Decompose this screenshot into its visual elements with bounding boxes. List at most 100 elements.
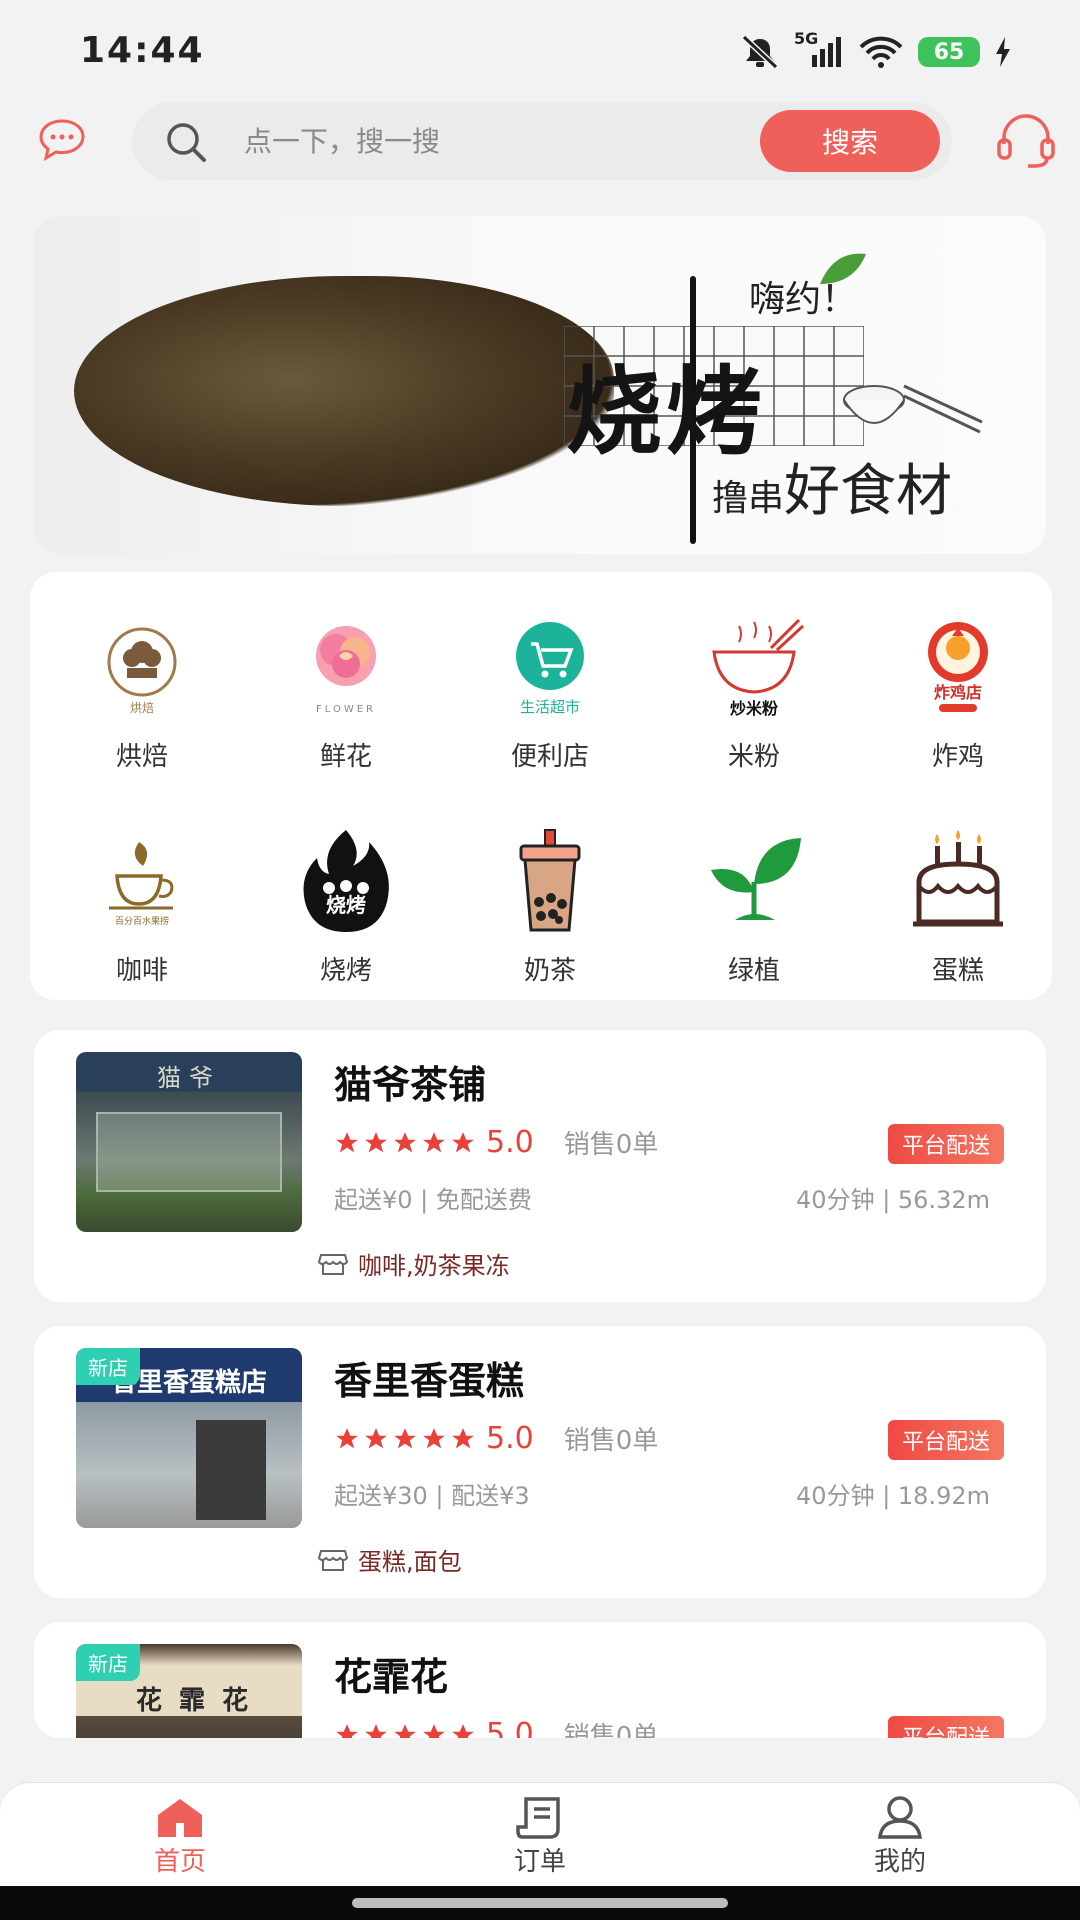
category-green-plant[interactable]: 绿植 bbox=[652, 826, 856, 987]
shop-tags: 咖啡,奶茶果冻 bbox=[318, 1246, 510, 1281]
star-icon bbox=[423, 1131, 445, 1152]
home-gesture-pill[interactable] bbox=[352, 1898, 728, 1908]
status-icons: 5G 65 bbox=[740, 29, 1012, 74]
star-icon bbox=[394, 1427, 416, 1448]
category-bakery[interactable]: 烘焙 烘焙 bbox=[40, 612, 244, 773]
search-header: 搜索 bbox=[0, 100, 1080, 210]
category-label: 便利店 bbox=[510, 742, 589, 772]
coffee-cup-icon: 百分百水果捞 bbox=[109, 842, 174, 927]
promo-banner[interactable]: 嗨约！ 烧烤 撸串好食材 bbox=[34, 216, 1046, 554]
shop-card[interactable]: 花 霏 花 新店 花霏花 5.0 销售0单 平台配送 bbox=[34, 1622, 1046, 1738]
fried-chicken-logo-text: 炸鸡店 bbox=[934, 683, 982, 702]
bakery-icon: 烘焙 bbox=[107, 627, 177, 715]
star-icon bbox=[336, 1427, 358, 1448]
shop-rating-score: 5.0 bbox=[486, 1717, 534, 1738]
rice-noodle-logo-text: 炒米粉 bbox=[730, 699, 778, 718]
search-bar[interactable]: 搜索 bbox=[132, 102, 952, 180]
shop-image[interactable]: 猫爷 bbox=[76, 1052, 302, 1232]
shop-sales: 销售0单 bbox=[563, 1426, 659, 1456]
shop-rating-row: 5.0 销售0单 bbox=[334, 1716, 658, 1738]
fried-chicken-icon: 炸鸡店 bbox=[928, 622, 988, 712]
store-icon bbox=[318, 1253, 348, 1275]
star-icon bbox=[365, 1427, 387, 1448]
new-store-badge: 新店 bbox=[76, 1348, 140, 1385]
star-icon bbox=[452, 1427, 474, 1448]
search-button[interactable]: 搜索 bbox=[760, 110, 940, 172]
shop-rating-row: 5.0 销售0单 bbox=[334, 1124, 658, 1161]
category-label: 奶茶 bbox=[523, 956, 576, 986]
customer-service-headset-icon[interactable] bbox=[996, 114, 1056, 168]
category-label: 蛋糕 bbox=[931, 956, 984, 986]
bbq-skewers-image bbox=[74, 276, 614, 506]
shop-card[interactable]: 香里香蛋糕店 新店 香里香蛋糕 5.0 销售0单 平台配送 起送¥30 | 配送… bbox=[34, 1326, 1046, 1598]
cellular-signal-icon: 5G bbox=[794, 29, 844, 69]
shop-time-distance: 40分钟 | 18.92m bbox=[796, 1482, 990, 1510]
shop-door bbox=[196, 1420, 266, 1520]
shop-rating-row: 5.0 销售0单 bbox=[334, 1420, 658, 1457]
category-coffee[interactable]: 百分百水果捞 咖啡 bbox=[40, 826, 244, 987]
nav-label: 我的 bbox=[873, 1847, 926, 1877]
bottom-navigation: 首页 订单 我的 bbox=[0, 1782, 1080, 1886]
star-icon bbox=[365, 1723, 387, 1738]
shop-sales: 销售0单 bbox=[563, 1130, 659, 1160]
star-icon bbox=[365, 1131, 387, 1152]
nav-profile[interactable]: 我的 bbox=[840, 1795, 960, 1878]
category-label: 米粉 bbox=[727, 742, 780, 772]
status-time: 14:44 bbox=[80, 30, 205, 71]
shop-name: 香里香蛋糕 bbox=[334, 1359, 525, 1403]
bowl-chopsticks-icon bbox=[843, 384, 983, 434]
new-store-badge: 新店 bbox=[76, 1644, 140, 1681]
rating-stars bbox=[334, 1130, 476, 1156]
rice-noodle-bowl-icon: 炒米粉 bbox=[712, 618, 805, 718]
category-bbq[interactable]: 烧烤 烧烤 bbox=[244, 826, 448, 987]
category-convenience-store[interactable]: 生活超市 便利店 bbox=[448, 612, 652, 773]
shop-image[interactable]: 香里香蛋糕店 新店 bbox=[76, 1348, 302, 1528]
star-icon bbox=[452, 1131, 474, 1152]
platform-delivery-badge: 平台配送 bbox=[887, 1124, 1004, 1164]
system-gesture-bar bbox=[0, 1886, 1080, 1920]
shop-name: 花霏花 bbox=[334, 1655, 449, 1699]
birthday-cake-icon bbox=[913, 830, 1003, 927]
star-icon bbox=[394, 1131, 416, 1152]
category-rice-noodle[interactable]: 炒米粉 米粉 bbox=[652, 612, 856, 773]
bbq-flame-icon: 烧烤 bbox=[303, 830, 389, 932]
search-input[interactable] bbox=[244, 102, 724, 180]
coffee-logo-text: 百分百水果捞 bbox=[115, 915, 169, 927]
category-label: 咖啡 bbox=[115, 956, 168, 986]
category-milk-tea[interactable]: 奶茶 bbox=[448, 826, 652, 987]
status-bar: 14:44 5G 65 bbox=[0, 0, 1080, 100]
category-fried-chicken[interactable]: 炸鸡店 炸鸡 bbox=[856, 612, 1060, 773]
shop-image[interactable]: 花 霏 花 新店 bbox=[76, 1644, 302, 1738]
shop-card[interactable]: 猫爷 猫爷茶铺 5.0 销售0单 平台配送 起送¥0 | 免配送费 40分钟 |… bbox=[34, 1030, 1046, 1302]
star-icon bbox=[452, 1723, 474, 1738]
banner-subtitle-part-2: 好食材 bbox=[784, 459, 953, 524]
shop-rating-score: 5.0 bbox=[486, 1421, 534, 1456]
category-label: 烧烤 bbox=[319, 956, 372, 986]
search-icon bbox=[167, 123, 206, 162]
category-cake[interactable]: 蛋糕 bbox=[856, 826, 1060, 987]
category-label: 鲜花 bbox=[319, 742, 372, 772]
nav-label: 首页 bbox=[153, 1847, 206, 1877]
category-label: 炸鸡 bbox=[931, 742, 984, 772]
shop-time-distance: 40分钟 | 56.32m bbox=[796, 1186, 990, 1214]
flower-icon: FLOWER bbox=[316, 626, 376, 715]
category-flower[interactable]: FLOWER 鲜花 bbox=[244, 612, 448, 773]
category-label: 绿植 bbox=[727, 956, 780, 986]
shop-window bbox=[96, 1112, 282, 1192]
battery-indicator: 65 bbox=[918, 37, 990, 67]
shop-sign-text: 猫爷 bbox=[157, 1064, 221, 1092]
banner-subtitle: 撸串好食材 bbox=[712, 446, 952, 527]
milk-tea-icon bbox=[519, 829, 581, 932]
nav-orders[interactable]: 订单 bbox=[480, 1795, 600, 1878]
platform-delivery-badge: 平台配送 bbox=[887, 1716, 1004, 1738]
rating-stars bbox=[334, 1426, 476, 1452]
category-grid: 烘焙 烘焙 FLOWER 鲜花 生活超市 便利店 炒米粉 米粉 炸鸡店 炸鸡 百… bbox=[30, 572, 1052, 1000]
user-profile-icon bbox=[878, 1796, 922, 1839]
shop-sales: 销售0单 bbox=[563, 1722, 659, 1738]
shop-category-tags: 蛋糕,面包 bbox=[358, 1548, 462, 1576]
star-icon bbox=[423, 1723, 445, 1738]
bbq-logo-text: 烧烤 bbox=[326, 893, 366, 917]
nav-home[interactable]: 首页 bbox=[120, 1795, 240, 1878]
message-icon[interactable] bbox=[38, 118, 86, 162]
leaf-decoration-icon bbox=[820, 253, 866, 284]
